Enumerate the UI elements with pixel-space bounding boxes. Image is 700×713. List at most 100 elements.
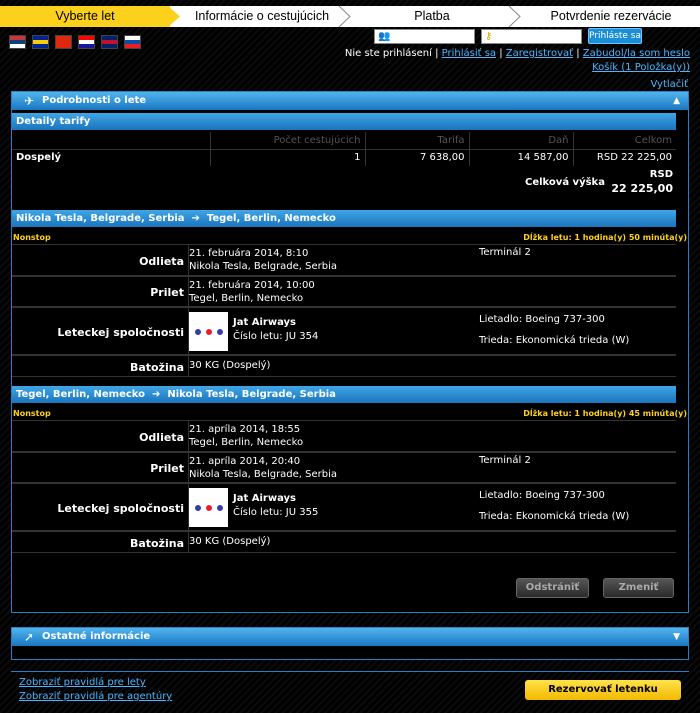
fare-details-header: Detaily tarify	[12, 113, 676, 130]
panel-title: Ostatné informácie	[42, 631, 151, 642]
flight-number: Číslo letu: JU 355	[233, 507, 319, 518]
fare-cell: Dospelý	[12, 148, 210, 166]
row-label: Odlieta	[139, 430, 184, 444]
logo-dot	[206, 329, 212, 335]
serbia-flag[interactable]	[9, 35, 26, 49]
book-ticket-button[interactable]: Rezervovať letenku	[525, 680, 681, 700]
fare-header-count: Počet cestujúcich	[209, 132, 365, 149]
airline-name: Jat Airways	[233, 317, 296, 328]
departure-place: Tegel, Berlin, Nemecko	[189, 437, 304, 448]
arrival-date: 21. februára 2014, 10:00	[189, 280, 315, 291]
table-row: Dospelý 1 7 638,00 14 587,00 RSD 22 225,…	[12, 148, 676, 166]
nonstop-label: Nonstop	[13, 233, 51, 242]
flight-number: Číslo letu: JU 354	[233, 331, 319, 342]
fare-cell: 14 587,00	[468, 148, 573, 166]
row-label: Prilet	[150, 286, 184, 299]
step-confirmation: Potvrdenie rezervácie	[550, 9, 672, 23]
total-label: Celková výška	[525, 177, 605, 188]
username-input[interactable]: 👥	[374, 29, 475, 44]
login-status: Nie ste prihlásení	[344, 48, 432, 59]
key-icon: ⚷	[485, 31, 493, 42]
user-status-line: Nie ste prihlásení | Prihlásiť sa | Zare…	[344, 48, 690, 59]
segment-origin: Nikola Tesla, Belgrade, Serbia	[16, 213, 185, 224]
collapse-up-icon[interactable]: ▲	[673, 92, 680, 110]
croatia-flag[interactable]	[78, 35, 95, 49]
airline-logo	[189, 488, 228, 527]
step-select-flight: Vyberte let	[0, 6, 170, 27]
baggage-allowance: 30 KG (Dospelý)	[189, 536, 271, 547]
fare-cell: 7 638,00	[364, 148, 469, 166]
fare-table: Počet cestujúcich Tarifa Daň Celkom Dosp…	[12, 132, 676, 166]
arrow-icon: ➚	[24, 630, 35, 644]
baggage-allowance: 30 KG (Dospelý)	[189, 360, 271, 371]
login-button[interactable]: Prihláste sa	[588, 28, 642, 44]
arrival-row: Prilet	[12, 276, 676, 307]
segment-destination: Nikola Tesla, Belgrade, Serbia	[167, 389, 336, 400]
row-label: Batožina	[129, 360, 184, 374]
expand-down-icon[interactable]: ▼	[673, 628, 680, 646]
arrow-right-icon: ➔	[188, 213, 204, 224]
flight-duration: Dĺžka letu: 1 hodina(y) 50 minúta(y)	[523, 233, 687, 242]
fare-header-tax: Daň	[468, 132, 573, 149]
other-info-panel: ➚ Ostatné informácie ▼	[11, 627, 689, 660]
print-link[interactable]: Vytlačiť	[650, 79, 688, 90]
segment-header: Nikola Tesla, Belgrade, Serbia ➔ Tegel, …	[12, 210, 676, 227]
step-chevron-icon	[338, 6, 351, 27]
fare-header-total: Celkom	[572, 132, 676, 149]
aircraft-type: Lietadlo: Boeing 737-300	[479, 490, 605, 501]
flight-rules-link[interactable]: Zobraziť pravidlá pre lety	[19, 677, 146, 688]
departure-row: Odlieta	[12, 244, 676, 276]
arrival-row: Prilet	[12, 452, 676, 483]
departure-place: Nikola Tesla, Belgrade, Serbia	[189, 261, 338, 272]
footer: Zobraziť pravidlá pre lety Zobraziť prav…	[11, 671, 689, 708]
flight-duration: Dĺžka letu: 1 hodina(y) 45 minúta(y)	[523, 409, 687, 418]
register-link[interactable]: Zaregistrovať	[506, 48, 573, 59]
remove-button[interactable]: Odstrániť	[516, 578, 589, 598]
logo-dot	[195, 329, 201, 335]
step-chevron-icon	[168, 6, 180, 27]
login-link[interactable]: Prihlásiť sa	[442, 48, 496, 59]
arrow-right-icon: ➔	[148, 389, 164, 400]
forgot-password-link[interactable]: Zabudol/la som heslo	[583, 48, 690, 59]
arrival-terminal: Terminál 2	[479, 455, 531, 466]
uk-flag[interactable]	[101, 35, 118, 49]
total-currency: RSD	[649, 169, 673, 180]
cabin-class: Trieda: Ekonomická trieda (W)	[479, 335, 630, 346]
flight-details-header[interactable]: ✈ Podrobnosti o lete ▲	[12, 92, 688, 110]
arrival-place: Nikola Tesla, Belgrade, Serbia	[189, 469, 338, 480]
departure-row: Odlieta	[12, 420, 676, 452]
airline-name: Jat Airways	[233, 493, 296, 504]
row-label: Prilet	[150, 462, 184, 475]
departure-date: 21. februára 2014, 8:10	[189, 248, 309, 259]
step-payment: Platba	[414, 9, 450, 23]
bosnia-flag[interactable]	[32, 35, 49, 49]
user-icon: 👥	[378, 31, 391, 42]
agency-rules-link[interactable]: Zobraziť pravidlá pre agentúry	[19, 691, 172, 702]
logo-dot	[217, 329, 223, 335]
departure-terminal: Terminál 2	[479, 247, 531, 258]
aircraft-type: Lietadlo: Boeing 737-300	[479, 314, 605, 325]
segment-origin: Tegel, Berlin, Nemecko	[16, 389, 146, 400]
fare-header-fare: Tarifa	[364, 132, 469, 149]
step-chevron-icon	[508, 6, 521, 27]
arrival-date: 21. apríla 2014, 20:40	[189, 456, 301, 467]
logo-dot	[217, 505, 223, 511]
cart-link[interactable]: Košík (1 Položka(y))	[592, 62, 690, 73]
cabin-class: Trieda: Ekonomická trieda (W)	[479, 511, 630, 522]
other-info-header[interactable]: ➚ Ostatné informácie ▼	[12, 628, 688, 646]
baggage-row: Batožina	[12, 355, 676, 377]
password-input[interactable]: ⚷	[481, 29, 582, 44]
segment-destination: Tegel, Berlin, Nemecko	[206, 213, 336, 224]
panel-title: Podrobnosti o lete	[42, 95, 147, 106]
total-value: 22 225,00	[611, 182, 673, 195]
baggage-row: Batožina	[12, 531, 676, 553]
china-flag[interactable]	[55, 35, 72, 49]
departure-date: 21. apríla 2014, 18:55	[189, 424, 301, 435]
logo-dot	[195, 505, 201, 511]
fare-cell: 1	[209, 148, 365, 166]
fare-cell: RSD 22 225,00	[572, 148, 676, 166]
change-button[interactable]: Zmeniť	[603, 578, 674, 598]
booking-steps: Vyberte let Informácie o cestujúcich Pla…	[0, 6, 700, 27]
slovakia-flag[interactable]	[124, 35, 141, 49]
logo-dot	[206, 505, 212, 511]
